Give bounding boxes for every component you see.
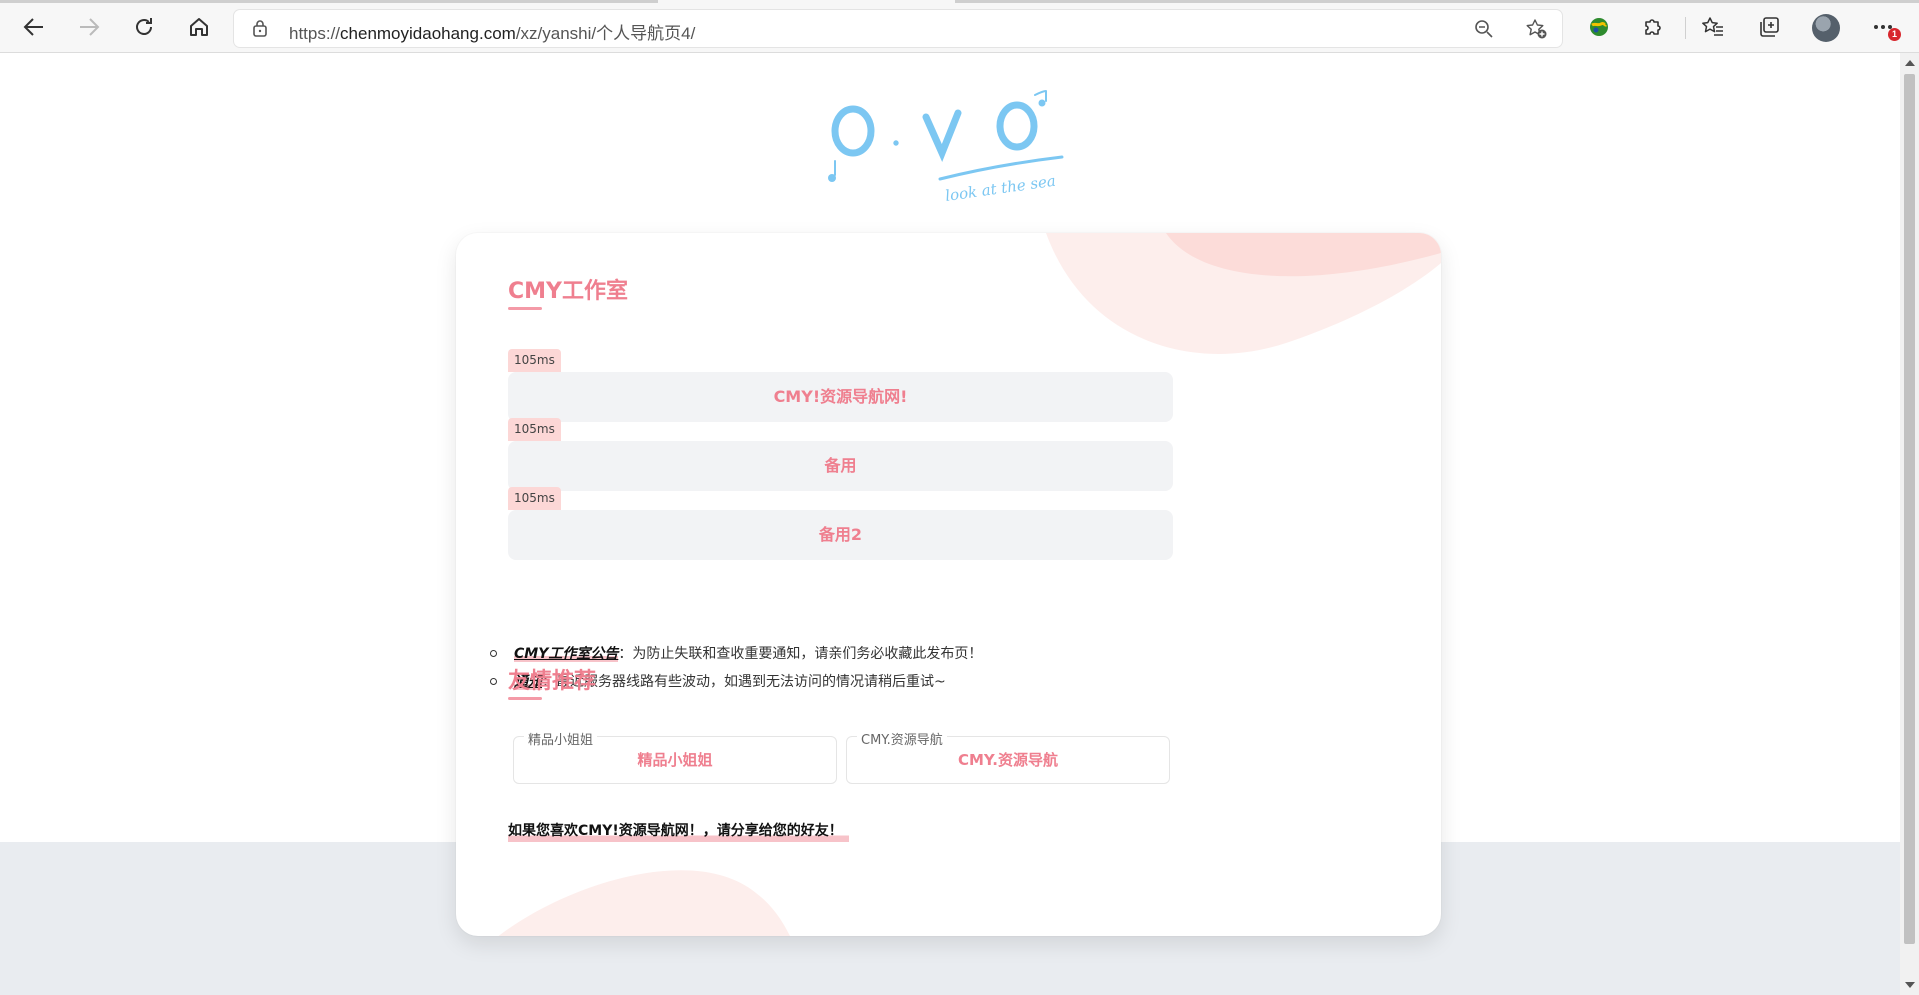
- scroll-down-arrow-icon[interactable]: [1905, 982, 1915, 988]
- link-row: 105ms CMY!资源导航网!: [508, 349, 1173, 422]
- main-card: CMY工作室 105ms CMY!资源导航网! 105ms 备用 105ms 备…: [456, 233, 1441, 936]
- friends-title-text: 友情推荐: [508, 669, 597, 694]
- scrollbar-thumb[interactable]: [1904, 74, 1915, 944]
- url-text[interactable]: https://chenmoyidaohang.com/xz/yanshi/个人…: [289, 19, 695, 44]
- toolbar-divider: [1685, 17, 1686, 39]
- zoom-out-icon[interactable]: [1474, 19, 1494, 43]
- add-favorite-icon[interactable]: [1526, 19, 1548, 43]
- title-underline: [508, 697, 542, 700]
- notice-text: 为防止失联和查收重要通知，请亲们务必收藏此发布页！: [632, 646, 983, 662]
- browser-toolbar: https://chenmoyidaohang.com/xz/yanshi/个人…: [0, 0, 1919, 53]
- url-path: /xz/yanshi/个人导航页4/: [515, 24, 696, 43]
- favorites-icon[interactable]: [1698, 12, 1728, 42]
- studio-title: CMY工作室: [508, 273, 628, 310]
- forward-icon: [80, 18, 100, 36]
- refresh-button[interactable]: [127, 10, 161, 44]
- friends-title: 友情推荐: [508, 663, 597, 700]
- vertical-scrollbar[interactable]: [1900, 53, 1919, 995]
- ping-badge: 105ms: [508, 418, 561, 441]
- friend-link-card[interactable]: 精品小姐姐 精品小姐姐: [513, 729, 837, 784]
- link-row: 105ms 备用: [508, 418, 1173, 491]
- extensions-puzzle-icon[interactable]: [1638, 12, 1668, 42]
- ping-badge: 105ms: [508, 487, 561, 510]
- forward-button[interactable]: [72, 10, 106, 44]
- home-button[interactable]: [182, 10, 216, 44]
- tab-strip-indicator: [0, 0, 658, 3]
- url-scheme: https://: [289, 24, 341, 43]
- notification-badge: 1: [1888, 28, 1901, 41]
- studio-title-text: CMY工作室: [508, 279, 628, 304]
- friend-link[interactable]: CMY.资源导航: [847, 749, 1169, 770]
- tab-strip-indicator: [955, 0, 1919, 3]
- web-page: look at the sea CMY工作室 105ms CMY!资源导航网! …: [0, 53, 1900, 995]
- extension-globe-icon[interactable]: [1584, 12, 1614, 42]
- link-button-backup-2[interactable]: 备用2: [508, 510, 1173, 560]
- friend-link[interactable]: 精品小姐姐: [514, 749, 836, 770]
- logo-tagline: look at the sea: [944, 172, 1057, 203]
- back-icon: [23, 18, 43, 36]
- address-bar[interactable]: https://chenmoyidaohang.com/xz/yanshi/个人…: [234, 10, 1562, 47]
- scroll-up-arrow-icon[interactable]: [1905, 60, 1915, 66]
- friend-link-card[interactable]: CMY.资源导航 CMY.资源导航: [846, 729, 1170, 784]
- link-button-main[interactable]: CMY!资源导航网!: [508, 372, 1173, 422]
- decorative-wave-bottom: [498, 870, 790, 936]
- link-button-backup[interactable]: 备用: [508, 441, 1173, 491]
- lock-icon[interactable]: [252, 19, 268, 41]
- title-underline: [508, 307, 542, 310]
- url-host: chenmoyidaohang.com: [340, 24, 516, 43]
- ping-badge: 105ms: [508, 349, 561, 372]
- collections-icon[interactable]: [1754, 12, 1784, 42]
- home-icon: [190, 18, 208, 36]
- site-logo[interactable]: look at the sea: [822, 83, 1072, 207]
- bullet: [490, 678, 497, 685]
- bullet: [490, 650, 497, 657]
- notice-separator: ：: [618, 646, 633, 662]
- friend-caption: 精品小姐姐: [524, 729, 598, 748]
- share-message: 如果您喜欢CMY!资源导航网！，请分享给您的好友！: [508, 820, 849, 842]
- notice-key: CMY工作室公告: [514, 646, 619, 662]
- notice-text: 最近服务器线路有些波动，如遇到无法访问的情况请稍后重试~: [556, 674, 946, 690]
- refresh-icon: [136, 18, 152, 35]
- back-button[interactable]: [17, 10, 51, 44]
- profile-avatar[interactable]: [1812, 14, 1840, 42]
- link-row: 105ms 备用2: [508, 487, 1173, 560]
- friend-caption: CMY.资源导航: [857, 729, 947, 748]
